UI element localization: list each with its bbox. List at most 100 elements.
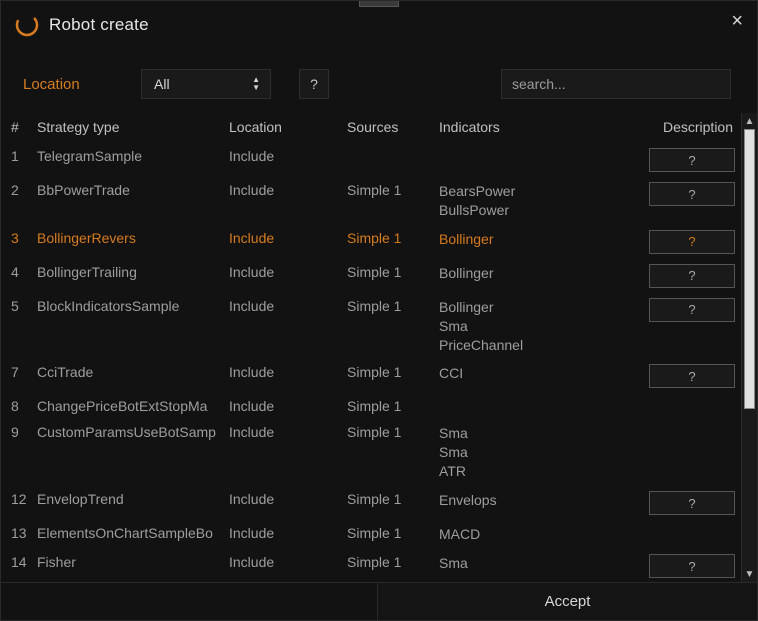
cell-sources: Simple 1 — [343, 293, 435, 360]
strategy-grid: # Strategy type Location Sources Indicat… — [7, 113, 741, 582]
cell-strategy: ChangePriceBotExtStopMa — [33, 393, 225, 419]
cell-location: Include — [225, 393, 343, 419]
description-button[interactable]: ? — [649, 264, 735, 288]
cell-description: ? — [615, 359, 741, 393]
cell-location: Include — [225, 293, 343, 360]
table-row[interactable]: 13ElementsOnChartSampleBoIncludeSimple 1… — [7, 520, 741, 549]
cell-strategy: CciTrade — [33, 359, 225, 393]
robot-create-dialog: Robot create × Location All ▲▼ ? — [0, 0, 758, 621]
cell-description: ? — [615, 259, 741, 293]
cell-description: ? — [615, 293, 741, 360]
location-label: Location — [23, 76, 123, 93]
cell-indicators — [435, 143, 615, 177]
col-header-indicators[interactable]: Indicators — [435, 113, 615, 143]
scroll-up-icon[interactable]: ▲ — [742, 113, 757, 129]
title-bar: Robot create × — [1, 1, 757, 47]
indicator-value: BearsPower — [439, 182, 611, 201]
cell-num: 7 — [7, 359, 33, 393]
cell-strategy: ElementsOnChartSampleBo — [33, 520, 225, 549]
cell-description — [615, 520, 741, 549]
description-button[interactable]: ? — [649, 298, 735, 322]
cell-sources: Simple 1 — [343, 486, 435, 520]
search-field-wrap — [501, 69, 731, 99]
cell-strategy: BlockIndicatorsSample — [33, 293, 225, 360]
description-button[interactable]: ? — [649, 491, 735, 515]
table-row[interactable]: 14FisherIncludeSimple 1Sma? — [7, 549, 741, 582]
cell-description: ? — [615, 549, 741, 582]
cell-sources: Simple 1 — [343, 177, 435, 225]
cell-num: 2 — [7, 177, 33, 225]
description-button[interactable]: ? — [649, 364, 735, 388]
search-input[interactable] — [512, 76, 720, 92]
vertical-scrollbar[interactable]: ▲ ▼ — [741, 113, 757, 582]
cell-sources — [343, 143, 435, 177]
cell-strategy: BollingerRevers — [33, 225, 225, 259]
indicator-value: Sma — [439, 424, 611, 443]
table-row[interactable]: 8ChangePriceBotExtStopMaIncludeSimple 1 — [7, 393, 741, 419]
cell-sources: Simple 1 — [343, 393, 435, 419]
indicator-value: CCI — [439, 364, 611, 383]
cell-sources: Simple 1 — [343, 549, 435, 582]
cell-strategy: TelegramSample — [33, 143, 225, 177]
cell-strategy: CustomParamsUseBotSamp — [33, 419, 225, 486]
col-header-strategy[interactable]: Strategy type — [33, 113, 225, 143]
footer: Accept — [1, 582, 757, 620]
cell-sources: Simple 1 — [343, 419, 435, 486]
cell-description: ? — [615, 177, 741, 225]
cell-indicators — [435, 393, 615, 419]
scroll-down-icon[interactable]: ▼ — [742, 566, 757, 582]
description-button[interactable]: ? — [649, 182, 735, 206]
close-icon[interactable]: × — [731, 11, 743, 31]
scroll-track[interactable] — [742, 129, 757, 566]
indicator-value: PriceChannel — [439, 336, 611, 355]
select-stepper-icon: ▲▼ — [250, 76, 262, 92]
indicator-value: MACD — [439, 525, 611, 544]
table-row[interactable]: 1TelegramSampleInclude? — [7, 143, 741, 177]
table-row[interactable]: 9CustomParamsUseBotSampIncludeSimple 1Sm… — [7, 419, 741, 486]
table-row[interactable]: 3BollingerReversIncludeSimple 1Bollinger… — [7, 225, 741, 259]
col-header-num[interactable]: # — [7, 113, 33, 143]
cell-indicators: SmaSmaATR — [435, 419, 615, 486]
table-row[interactable]: 4BollingerTrailingIncludeSimple 1Bolling… — [7, 259, 741, 293]
col-header-description[interactable]: Description — [615, 113, 741, 143]
indicator-value: Envelops — [439, 491, 611, 510]
location-select-value: All — [154, 76, 250, 92]
indicator-value: Sma — [439, 443, 611, 462]
app-logo-icon — [15, 13, 39, 37]
indicator-value: Bollinger — [439, 230, 611, 249]
description-button[interactable]: ? — [649, 230, 735, 254]
cell-location: Include — [225, 359, 343, 393]
indicator-value: Sma — [439, 317, 611, 336]
cell-num: 9 — [7, 419, 33, 486]
table-row[interactable]: 7CciTradeIncludeSimple 1CCI? — [7, 359, 741, 393]
cell-sources: Simple 1 — [343, 225, 435, 259]
col-header-location[interactable]: Location — [225, 113, 343, 143]
cell-indicators: BollingerSmaPriceChannel — [435, 293, 615, 360]
location-select[interactable]: All ▲▼ — [141, 69, 271, 99]
table-row[interactable]: 2BbPowerTradeIncludeSimple 1BearsPowerBu… — [7, 177, 741, 225]
indicator-value: ATR — [439, 462, 611, 481]
cell-strategy: BollingerTrailing — [33, 259, 225, 293]
cell-location: Include — [225, 225, 343, 259]
indicator-value: Sma — [439, 554, 611, 573]
cell-location: Include — [225, 259, 343, 293]
cell-indicators: Sma — [435, 549, 615, 582]
table-row[interactable]: 12EnvelopTrendIncludeSimple 1Envelops? — [7, 486, 741, 520]
cell-sources: Simple 1 — [343, 520, 435, 549]
accept-button[interactable]: Accept — [377, 583, 757, 620]
help-button[interactable]: ? — [299, 69, 329, 99]
col-header-sources[interactable]: Sources — [343, 113, 435, 143]
cell-num: 5 — [7, 293, 33, 360]
description-button[interactable]: ? — [649, 148, 735, 172]
indicator-value: Bollinger — [439, 298, 611, 317]
scroll-thumb[interactable] — [744, 129, 755, 409]
cell-num: 8 — [7, 393, 33, 419]
description-button[interactable]: ? — [649, 554, 735, 578]
cell-indicators: Bollinger — [435, 225, 615, 259]
cell-description — [615, 419, 741, 486]
cell-num: 4 — [7, 259, 33, 293]
cell-strategy: BbPowerTrade — [33, 177, 225, 225]
cell-strategy: EnvelopTrend — [33, 486, 225, 520]
table-row[interactable]: 5BlockIndicatorsSampleIncludeSimple 1Bol… — [7, 293, 741, 360]
indicator-value: Bollinger — [439, 264, 611, 283]
